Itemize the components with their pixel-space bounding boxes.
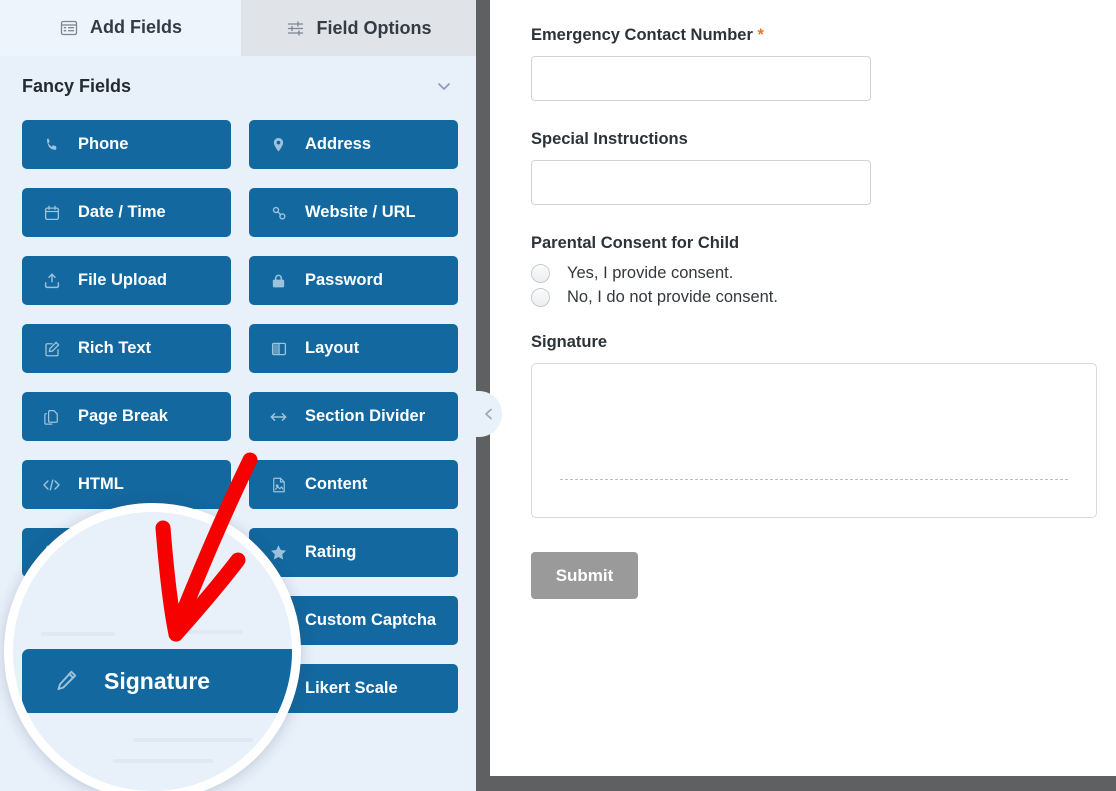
field-button-label: Page Break	[78, 407, 168, 426]
special-instructions-input[interactable]	[531, 160, 871, 205]
tab-add-fields-label: Add Fields	[89, 17, 182, 37]
page-break-icon	[42, 407, 61, 426]
field-signature: Signature	[531, 333, 1097, 518]
radio-option-no[interactable]: No, I do not provide consent.	[531, 288, 1076, 307]
field-label: Parental Consent for Child	[531, 234, 740, 252]
lock-icon	[269, 271, 288, 290]
field-button-date-time[interactable]: Date / Time	[22, 188, 231, 237]
field-button-content[interactable]: Content	[249, 460, 458, 509]
field-button-label: Phone	[78, 135, 129, 154]
field-button-label: HTML	[78, 475, 124, 494]
magnifier-ghost-line	[133, 738, 253, 742]
signature-canvas[interactable]	[531, 363, 1097, 518]
field-button-website-url[interactable]: Website / URL	[249, 188, 458, 237]
field-button-label: Layout	[305, 339, 360, 358]
field-button-file-upload[interactable]: File Upload	[22, 256, 231, 305]
field-label: Signature	[531, 333, 608, 351]
field-button-label: Likert Scale	[305, 679, 398, 698]
field-button-label: Rating	[305, 543, 357, 562]
fancy-fields-section-header[interactable]: Fancy Fields	[0, 56, 476, 116]
arrows-horizontal-icon	[269, 407, 288, 426]
field-button-label: Section Divider	[305, 407, 426, 426]
required-asterisk: *	[757, 26, 764, 44]
star-icon	[269, 543, 288, 562]
section-title: Fancy Fields	[22, 75, 132, 96]
sliders-icon	[286, 18, 306, 38]
submit-button[interactable]: Submit	[531, 552, 638, 599]
radio-button-icon[interactable]	[531, 288, 550, 307]
tab-field-options[interactable]: Field Options	[241, 0, 476, 56]
upload-icon	[42, 271, 61, 290]
magnifier-ghost-line	[173, 630, 243, 634]
field-button-label: Address	[305, 135, 372, 154]
columns-icon	[269, 339, 288, 358]
field-button-layout[interactable]: Layout	[249, 324, 458, 373]
radio-option-label: Yes, I provide consent.	[567, 264, 734, 282]
radio-button-icon[interactable]	[531, 264, 550, 283]
form-preview-panel: Emergency Contact Number * Special Instr…	[490, 0, 1116, 776]
field-button-html[interactable]: HTML	[22, 460, 231, 509]
field-label: Emergency Contact Number *	[531, 26, 764, 44]
magnified-signature-button[interactable]: Signature	[22, 649, 292, 713]
signature-pencil-icon	[52, 668, 79, 695]
tab-field-options-label: Field Options	[316, 17, 432, 38]
field-button-label: Custom Captcha	[305, 611, 437, 630]
magnifier-ghost-line	[41, 632, 115, 636]
field-button-page-break[interactable]: Page Break	[22, 392, 231, 441]
field-button-phone[interactable]: Phone	[22, 120, 231, 169]
field-button-label: File Upload	[78, 271, 167, 290]
magnifier-callout: Signature	[4, 503, 301, 791]
field-button-label: Password	[305, 271, 383, 290]
form-preview: Emergency Contact Number * Special Instr…	[490, 0, 1116, 599]
field-parental-consent: Parental Consent for Child Yes, I provid…	[531, 234, 1076, 307]
field-button-rich-text[interactable]: Rich Text	[22, 324, 231, 373]
code-icon	[42, 475, 61, 494]
phone-icon	[42, 135, 61, 154]
field-button-password[interactable]: Password	[249, 256, 458, 305]
field-special-instructions: Special Instructions	[531, 130, 1076, 205]
radio-option-label: No, I do not provide consent.	[567, 288, 778, 306]
wpforms-builder-screen: Add Fields Field Options Fancy Fields Ph…	[0, 0, 1116, 791]
pencil-square-icon	[42, 339, 61, 358]
field-button-section-divider[interactable]: Section Divider	[249, 392, 458, 441]
field-button-label: Website / URL	[305, 203, 416, 222]
field-button-rating[interactable]: Rating	[249, 528, 458, 577]
field-button-label: Rich Text	[78, 339, 152, 358]
magnifier-ghost-line	[113, 759, 213, 763]
add-fields-icon	[59, 18, 79, 38]
field-button-label: Content	[305, 475, 368, 494]
emergency-contact-number-input[interactable]	[531, 56, 871, 101]
tab-add-fields[interactable]: Add Fields	[0, 0, 241, 56]
image-document-icon	[269, 475, 288, 494]
field-emergency-contact-number: Emergency Contact Number *	[531, 26, 1076, 101]
magnified-signature-label: Signature	[104, 667, 211, 694]
calendar-icon	[42, 203, 61, 222]
panel-tab-bar: Add Fields Field Options	[0, 0, 476, 56]
link-icon	[269, 203, 288, 222]
chevron-down-icon[interactable]	[434, 76, 454, 96]
field-label: Special Instructions	[531, 130, 688, 148]
map-pin-icon	[269, 135, 288, 154]
signature-baseline	[560, 479, 1068, 480]
radio-option-yes[interactable]: Yes, I provide consent.	[531, 264, 1076, 283]
field-button-label: Date / Time	[78, 203, 166, 222]
field-button-address[interactable]: Address	[249, 120, 458, 169]
